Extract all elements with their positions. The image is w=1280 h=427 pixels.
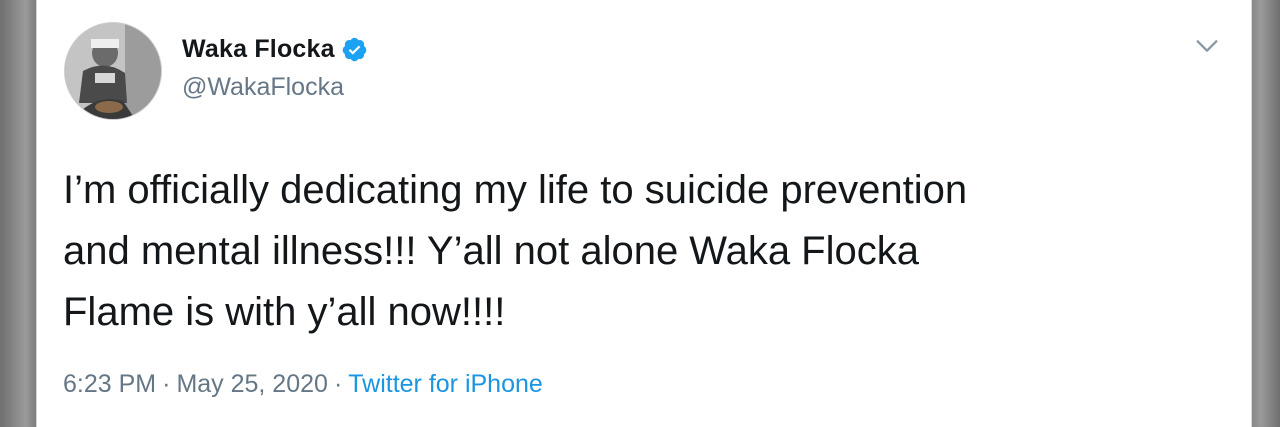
meta-separator: ·: [162, 370, 171, 398]
tweet-metadata: 6:23 PM · May 25, 2020 · Twitter for iPhone: [63, 370, 543, 399]
author-name-row[interactable]: Waka Flocka: [182, 32, 368, 66]
tweet-source-link[interactable]: Twitter for iPhone: [348, 370, 543, 398]
meta-separator: ·: [333, 370, 343, 398]
tweet-card: Waka Flocka @WakaFlocka I’m officially d…: [36, 0, 1252, 427]
tweet-text-line: I’m officially dedicating my life to sui…: [63, 168, 968, 212]
tweet-text-line: and mental illness!!! Y’all not alone Wa…: [63, 229, 919, 273]
tweet-text-line: Flame is with y’all now!!!!: [63, 290, 506, 334]
avatar[interactable]: [64, 22, 162, 120]
tweet-text: I’m officially dedicating my life to sui…: [63, 160, 1223, 343]
author-display-name[interactable]: Waka Flocka: [182, 35, 335, 64]
verified-badge-icon: [342, 37, 367, 61]
tweet-time[interactable]: 6:23 PM: [63, 370, 156, 398]
profile-photo-icon: [65, 23, 161, 119]
tweet-date[interactable]: May 25, 2020: [176, 370, 328, 398]
author-handle[interactable]: @WakaFlocka: [182, 73, 344, 102]
chevron-down-icon[interactable]: [1193, 32, 1221, 60]
